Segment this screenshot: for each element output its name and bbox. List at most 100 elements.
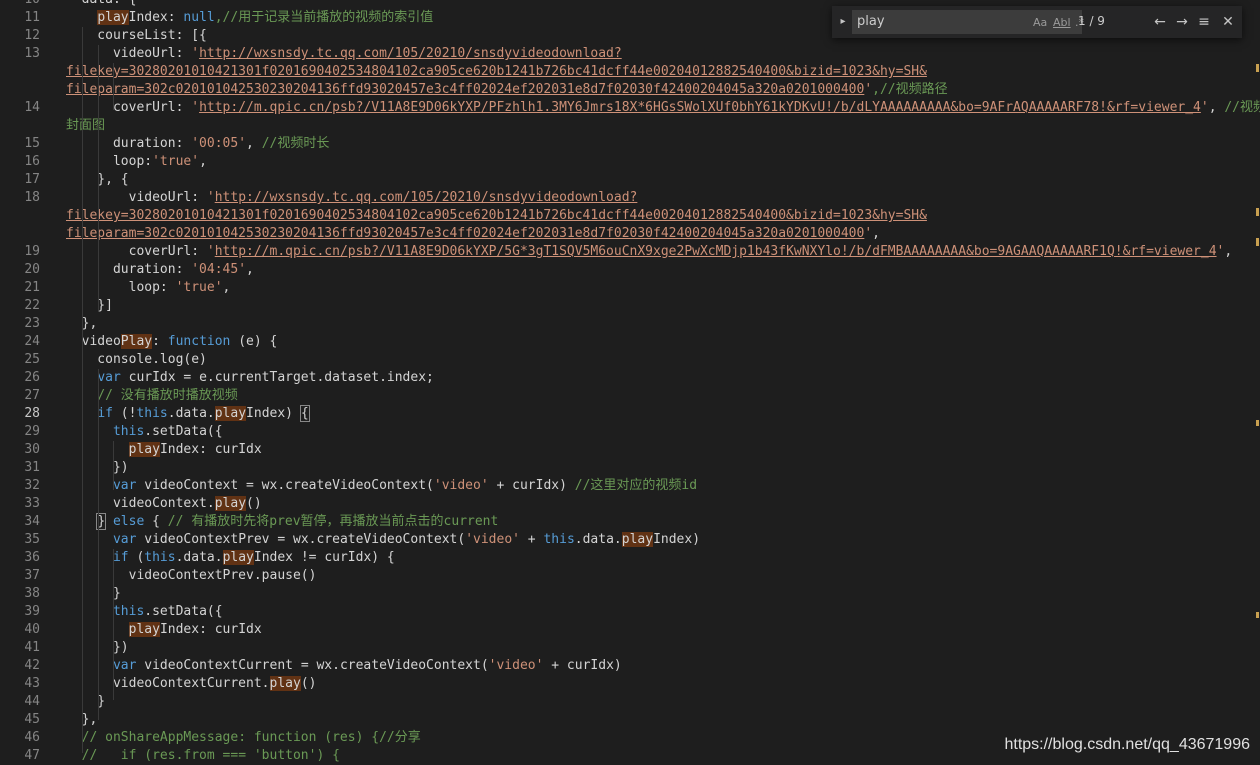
bracket-match: { [299,405,310,422]
code-text: , [246,136,262,151]
url-token: http://m.qpic.cn/psb?/V11A8E9D06kYXP/5G*… [214,244,1217,259]
string-token: 'true' [175,280,223,295]
next-match-arrow-down-icon[interactable]: → [1172,12,1192,32]
comment-token: //这里对应的视频id [574,478,698,493]
overview-ruler-match-mark [1256,208,1259,216]
match-case-toggle[interactable]: Aa [1033,15,1047,31]
code-line[interactable]: 13 videoUrl: 'http://wxsnsdy.tc.qq.com/1… [0,45,1260,63]
code-text: , [222,280,231,295]
code-line[interactable]: 35 var videoContextPrev = wx.createVideo… [0,531,1260,549]
code-line[interactable]: 19 coverUrl: 'http://m.qpic.cn/psb?/V11A… [0,243,1260,261]
overview-ruler-match-mark [1256,238,1259,246]
line-number: 34 [24,514,40,529]
string-token: 'video' [465,532,520,547]
code-line[interactable]: 14 coverUrl: 'http://m.qpic.cn/psb?/V11A… [0,99,1260,117]
line-number: 43 [24,676,40,691]
code-line[interactable]: 28 if (!this.data.playIndex) { [0,405,1260,423]
code-line[interactable]: 44 } [0,693,1260,711]
code-line[interactable]: 30 playIndex: curIdx [0,441,1260,459]
code-line[interactable]: 29 this.setData({ [0,423,1260,441]
line-number: 13 [24,46,40,61]
code-content: playIndex: curIdx [66,621,262,639]
search-match: play [97,10,129,25]
keyword-token: else [112,514,145,529]
code-content: loop:'true', [66,153,207,171]
line-number: 27 [24,388,40,403]
code-line[interactable]: 24 videoPlay: function (e) { [0,333,1260,351]
code-text: }] [66,298,113,313]
code-line[interactable]: 18 videoUrl: 'http://wxsnsdy.tc.qq.com/1… [0,189,1260,207]
previous-match-arrow-up-icon[interactable]: ← [1150,12,1170,32]
toggle-replace-chevron-right-icon[interactable]: ▸ [836,13,850,31]
match-count: 1 / 9 [1078,14,1105,28]
string-token: ' [864,82,873,97]
code-line[interactable]: 39 this.setData({ [0,603,1260,621]
find-query: play [857,14,885,29]
code-line[interactable]: 31 }) [0,459,1260,477]
code-text: .setData({ [144,604,223,619]
string-token: ' [1200,100,1209,115]
url-token: fileparam=302c020101042530230204136ffd93… [66,82,865,97]
code-line[interactable]: 20 duration: '04:45', [0,261,1260,279]
code-line[interactable]: 33 videoContext.play() [0,495,1260,513]
code-text: .data. [175,550,223,565]
code-line[interactable]: 38 } [0,585,1260,603]
code-text: courseList: [{ [66,28,207,43]
line-number: 10 [0,0,40,9]
code-text: (e) { [230,334,278,349]
wrapped-code-line[interactable]: fileparam=302c020101042530230204136ffd93… [0,225,1260,243]
code-text: Index: curIdx [159,442,262,457]
code-editor[interactable]: 10 data: {11 playIndex: null,//用于记录当前播放的… [0,0,1260,763]
wrapped-code-line[interactable]: filekey=30280201010421301f02016904025348… [0,207,1260,225]
code-text: : [152,334,168,349]
url-token: http://wxsnsdy.tc.qq.com/105/20210/snsdy… [199,46,622,61]
code-line[interactable]: 22 }] [0,297,1260,315]
comment-token: //视频 [1224,100,1260,115]
code-line[interactable]: 25 console.log(e) [0,351,1260,369]
find-input[interactable]: play Aa Abl .* [852,10,1084,34]
line-number: 20 [24,262,40,277]
code-line[interactable]: 16 loop:'true', [0,153,1260,171]
code-line[interactable]: 21 loop: 'true', [0,279,1260,297]
code-line[interactable]: 32 var videoContext = wx.createVideoCont… [0,477,1260,495]
code-line[interactable]: 43 videoContextCurrent.play() [0,675,1260,693]
wrapped-code-line[interactable]: fileparam=302c020101042530230204136ffd93… [0,81,1260,99]
code-content: videoContext.play() [66,495,262,513]
string-token: 'video' [433,478,489,493]
code-line[interactable]: 34 } else { // 有播放时先将prev暂停，再播放当前点击的curr… [0,513,1260,531]
keyword-token: this [112,424,145,439]
string-token: ' [206,244,215,259]
code-line[interactable]: 27 // 没有播放时播放视频 [0,387,1260,405]
code-text: { [144,514,168,529]
line-number: 18 [24,190,40,205]
find-in-selection-select-lines-icon[interactable]: ≡ [1194,12,1214,32]
code-line[interactable]: 23 }, [0,315,1260,333]
close-icon[interactable]: ✕ [1218,12,1238,32]
code-line[interactable]: 15 duration: '00:05', //视频时长 [0,135,1260,153]
code-line[interactable]: 42 var videoContextCurrent = wx.createVi… [0,657,1260,675]
code-content: coverUrl: 'http://m.qpic.cn/psb?/V11A8E9… [66,99,1260,117]
code-line[interactable]: 36 if (this.data.playIndex != curIdx) { [0,549,1260,567]
line-number: 45 [24,712,40,727]
code-content: data: { [66,0,137,9]
wrapped-code-line[interactable]: filekey=30280201010421301f02016904025348… [0,63,1260,81]
code-line[interactable]: 45 }, [0,711,1260,729]
code-line[interactable]: 37 videoContextPrev.pause() [0,567,1260,585]
whole-word-toggle[interactable]: Abl [1053,15,1071,31]
indent-guide [98,369,99,720]
keyword-token: var [112,532,137,547]
code-line[interactable]: 41 }) [0,639,1260,657]
code-text: console.log(e) [66,352,207,367]
code-line[interactable]: 26 var curIdx = e.currentTarget.dataset.… [0,369,1260,387]
code-text: , [1208,100,1225,115]
wrapped-code-line[interactable]: 封面图 [0,117,1260,135]
line-number: 41 [24,640,40,655]
code-line[interactable]: 17 }, { [0,171,1260,189]
indent-guide [113,441,114,490]
code-line[interactable]: 40 playIndex: curIdx [0,621,1260,639]
code-content: filekey=30280201010421301f02016904025348… [66,63,927,81]
line-number: 31 [24,460,40,475]
line-number: 42 [24,658,40,673]
